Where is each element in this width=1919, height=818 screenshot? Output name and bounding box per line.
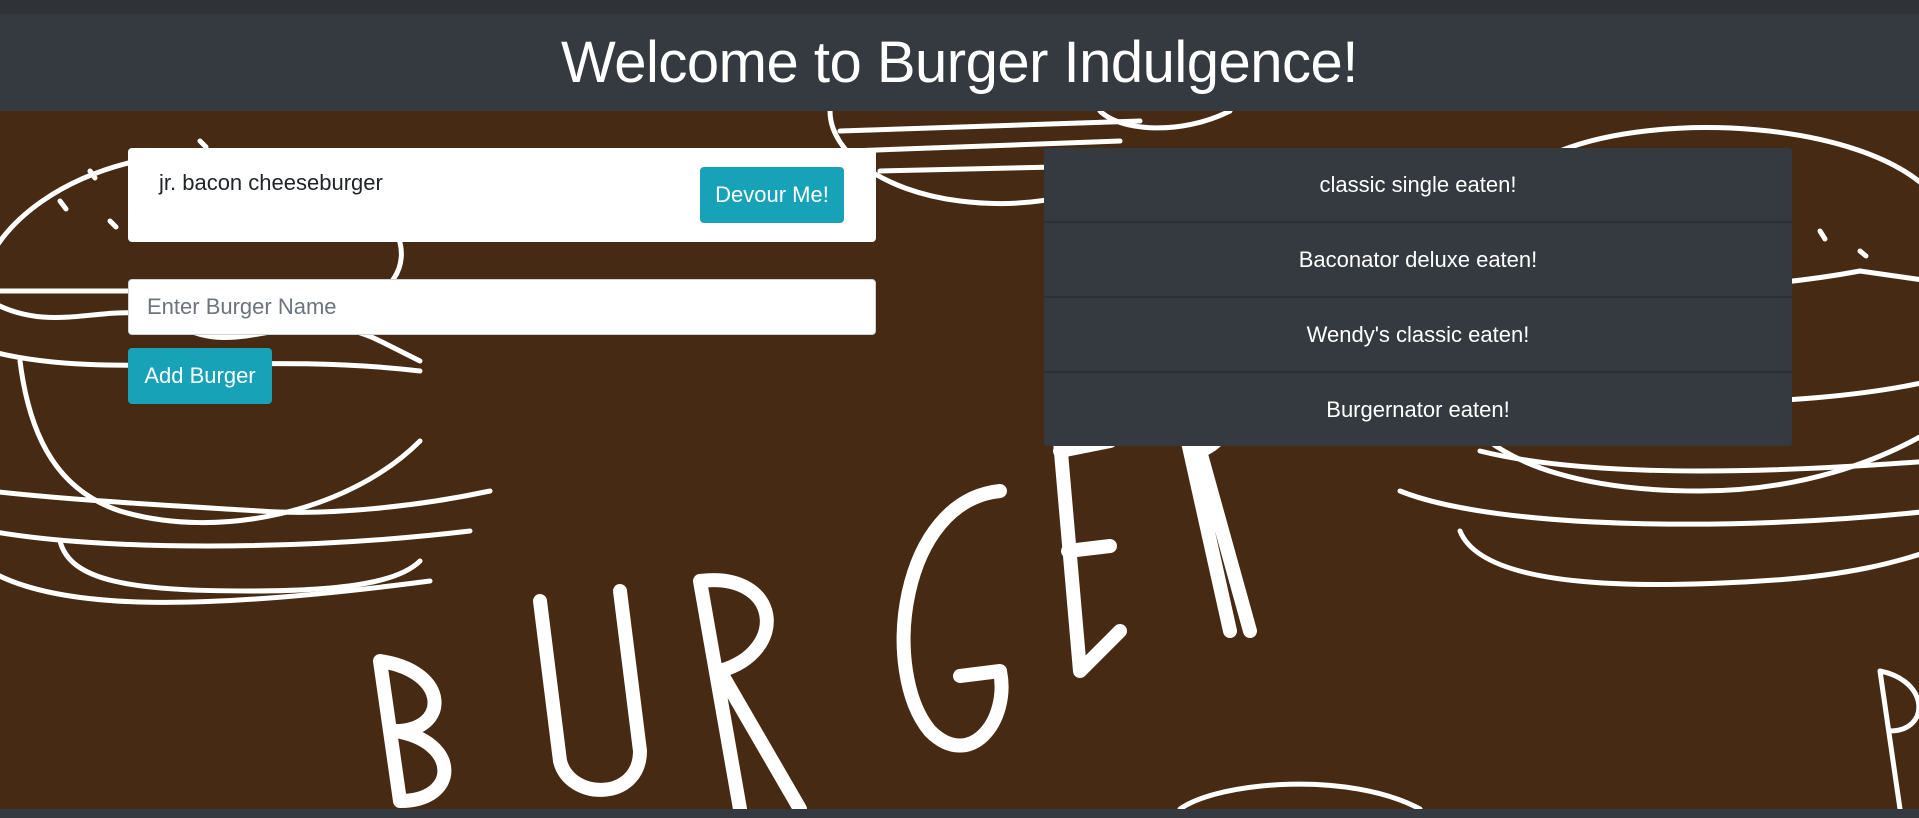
burger-name: jr. bacon cheeseburger — [159, 170, 383, 195]
add-burger-button[interactable]: Add Burger — [128, 348, 272, 404]
list-item: Wendy's classic eaten! — [1044, 298, 1792, 373]
page-header: Welcome to Burger Indulgence! — [0, 14, 1919, 111]
eaten-burgers-list: classic single eaten! Baconator deluxe e… — [1044, 148, 1792, 446]
list-item: classic single eaten! — [1044, 148, 1792, 223]
burger-name-input[interactable] — [128, 279, 876, 335]
uneaten-burger-card: jr. bacon cheeseburger Devour Me! — [128, 148, 876, 242]
page-title: Welcome to Burger Indulgence! — [561, 30, 1358, 95]
browser-top-strip — [0, 0, 1919, 14]
list-item: Baconator deluxe eaten! — [1044, 223, 1792, 298]
bottom-bar — [0, 809, 1919, 818]
list-item: Burgernator eaten! — [1326, 396, 1510, 422]
devour-button[interactable]: Devour Me! — [700, 167, 844, 223]
